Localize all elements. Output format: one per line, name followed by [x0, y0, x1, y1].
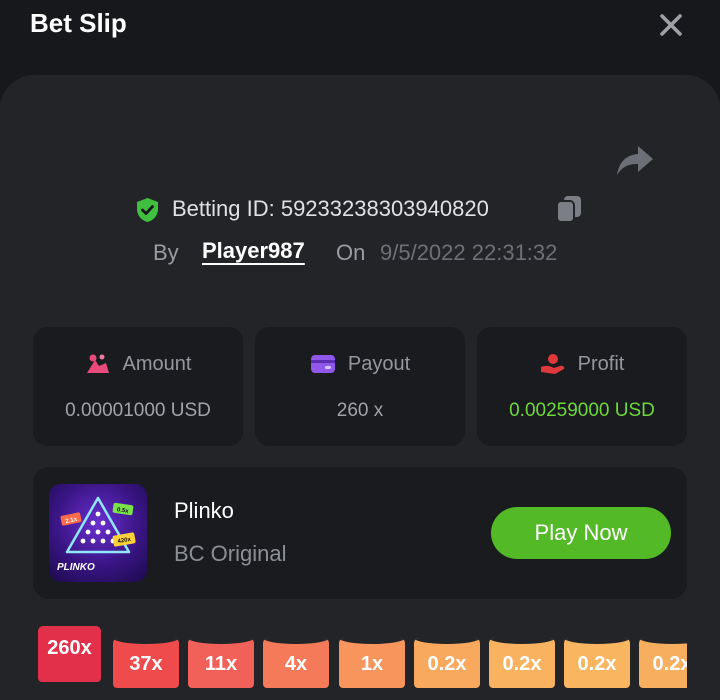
multiplier-label: 11x — [204, 653, 238, 675]
multiplier-tile: 11x — [188, 638, 254, 688]
amount-icon — [86, 354, 109, 373]
game-name: Plinko — [174, 498, 234, 523]
multiplier-label: 260x — [47, 637, 92, 659]
thumb-badge-left: 2.1x — [65, 517, 78, 525]
multiplier-label: 0.2x — [652, 653, 687, 675]
stat-amount: Amount 0.00001000 USD — [33, 327, 243, 446]
stat-payout: Payout 260 x — [255, 327, 465, 446]
multiplier-tile: 37x — [113, 638, 179, 688]
game-subtitle: BC Original — [174, 541, 287, 566]
thumb-badge-right: 0.5x — [117, 507, 130, 515]
multiplier-row: 260x 37x 11x 4x 1x 0.2x 0.2x 0.2x 0.2x — [0, 620, 687, 700]
on-label: On — [336, 240, 366, 265]
by-label: By — [153, 240, 179, 265]
multiplier-tile: 0.2x — [414, 638, 480, 688]
multiplier-tile: 260x — [38, 626, 101, 682]
play-now-button[interactable]: Play Now — [491, 507, 671, 559]
multiplier-label: 0.2x — [577, 653, 617, 675]
player-link[interactable]: Player987 — [202, 238, 305, 264]
multiplier-label: 0.2x — [502, 653, 542, 675]
thumb-label: PLINKO — [57, 562, 95, 573]
verified-shield-icon — [137, 198, 158, 222]
multiplier-label: 1x — [360, 653, 384, 675]
stat-profit: Profit 0.00259000 USD — [477, 327, 687, 446]
stat-value: 0.00259000 USD — [509, 400, 655, 421]
close-icon[interactable] — [654, 8, 688, 42]
profit-icon — [540, 354, 564, 374]
betting-id: Betting ID: 59233238303940820 — [172, 196, 489, 221]
multiplier-tile: 0.2x — [639, 638, 687, 688]
stat-value: 260 x — [336, 400, 384, 421]
multiplier-label: 4x — [284, 653, 308, 675]
stat-label: Payout — [347, 352, 411, 375]
stat-label: Amount — [122, 352, 192, 375]
copy-icon[interactable] — [556, 195, 582, 223]
payout-icon — [310, 355, 335, 373]
multiplier-tile: 1x — [339, 638, 405, 688]
multiplier-tile: 4x — [263, 638, 329, 688]
game-thumbnail[interactable]: 2.1x 0.5x 420x PLINKO — [49, 484, 147, 582]
multiplier-tile: 0.2x — [564, 638, 630, 688]
header: Bet Slip — [0, 0, 720, 70]
stat-value: 0.00001000 USD — [65, 400, 211, 421]
stat-label: Profit — [577, 352, 625, 375]
multiplier-label: 37x — [129, 653, 163, 675]
share-icon[interactable] — [616, 144, 654, 176]
multiplier-label: 0.2x — [427, 653, 467, 675]
bet-date: 9/5/2022 22:31:32 — [380, 240, 558, 265]
multiplier-tile: 0.2x — [489, 638, 555, 688]
page-title: Bet Slip — [30, 8, 127, 38]
